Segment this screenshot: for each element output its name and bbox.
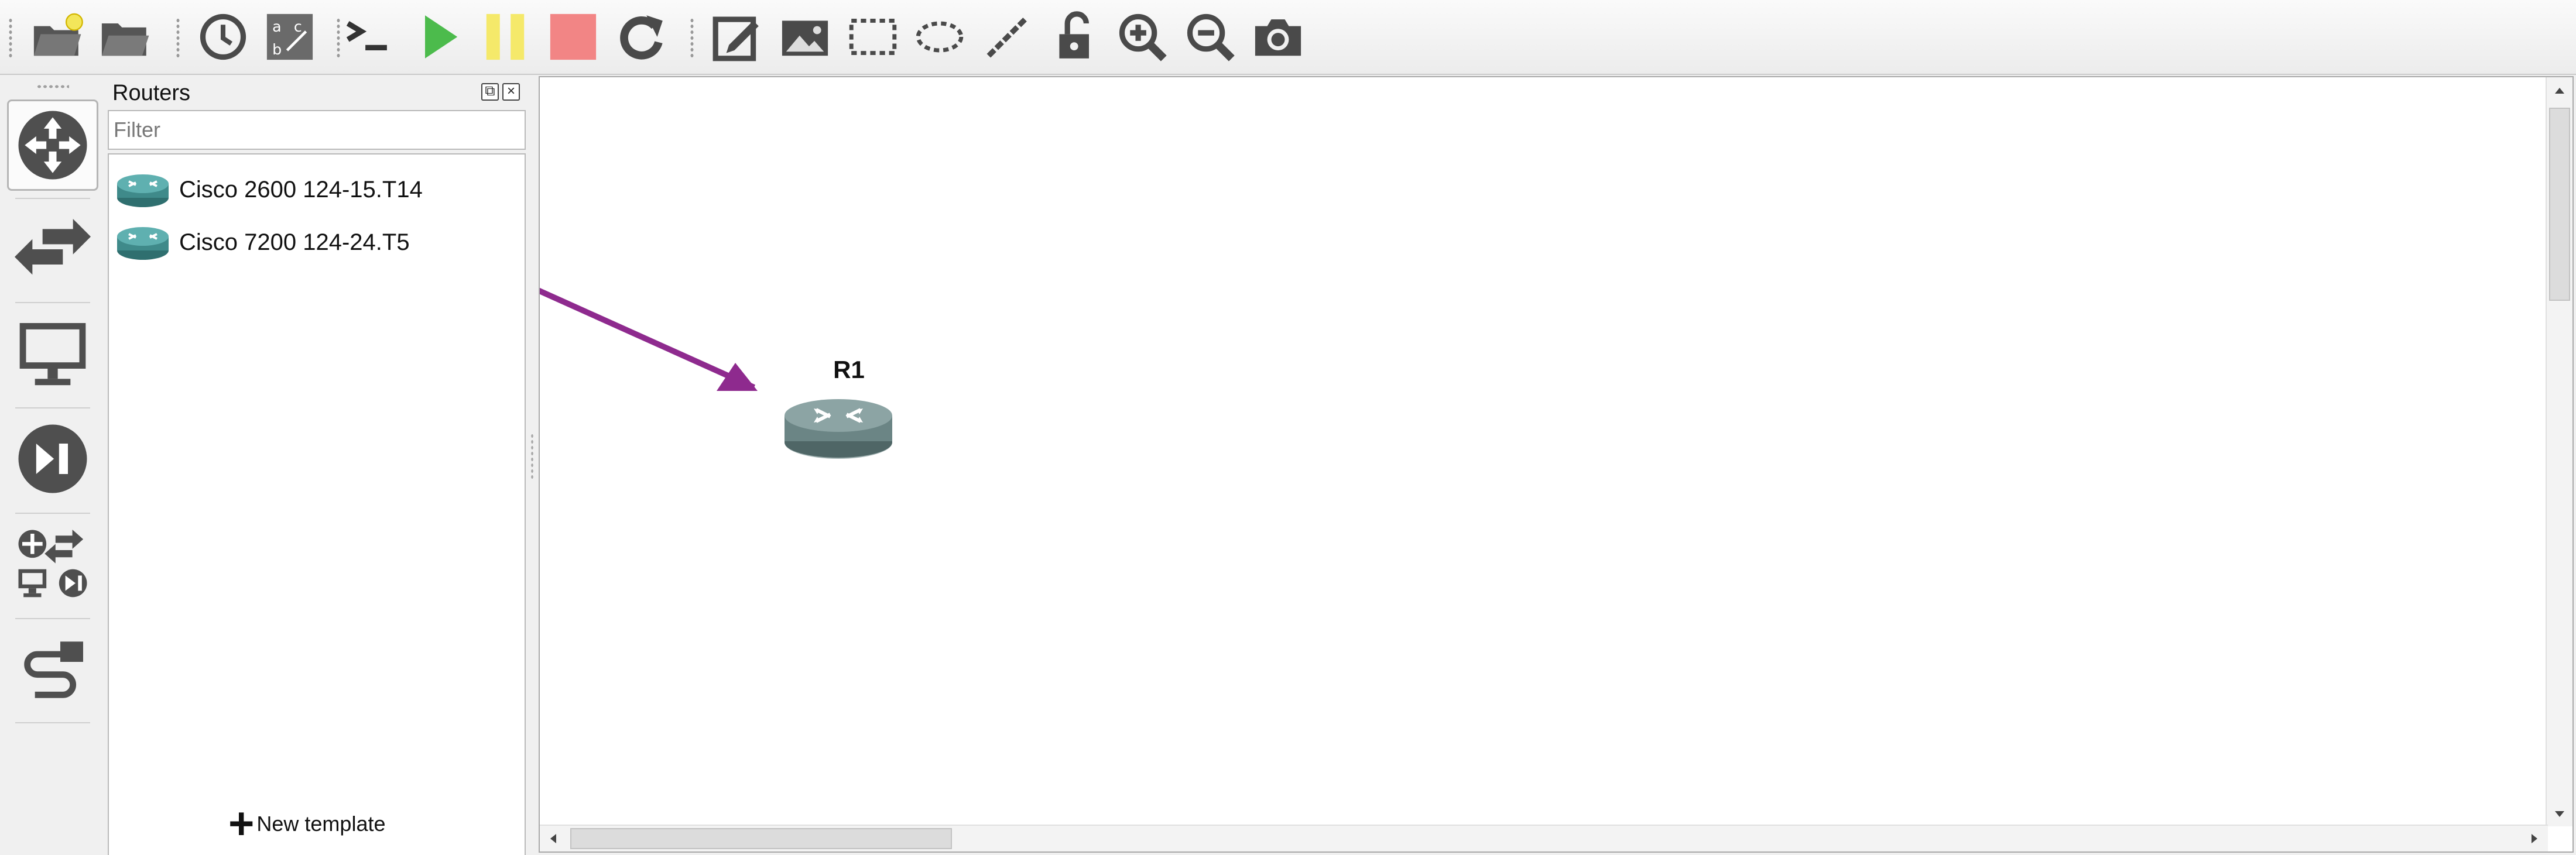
svg-text:a: a	[272, 18, 282, 35]
node-label: R1	[833, 356, 865, 383]
browse-routers-button[interactable]	[7, 99, 98, 191]
toolbar-grip[interactable]	[690, 18, 694, 59]
dock-float-button[interactable]: ⧉	[481, 83, 499, 101]
browse-switches-button[interactable]	[7, 204, 98, 295]
show-interface-labels-button[interactable]: a c b	[260, 7, 320, 67]
insert-picture-icon	[782, 20, 828, 56]
draw-ellipse-button[interactable]	[910, 7, 970, 67]
toolbar-grip[interactable]	[176, 18, 180, 59]
device-type-toolbar	[0, 76, 103, 855]
add-link-icon	[24, 641, 83, 698]
divider	[15, 302, 90, 303]
zoom-in-button[interactable]	[1112, 7, 1172, 67]
router-node[interactable]	[780, 385, 897, 467]
scroll-right-icon[interactable]	[2532, 834, 2537, 843]
browse-routers-icon	[18, 111, 87, 180]
scroll-left-icon[interactable]	[550, 834, 556, 843]
open-project-icon	[101, 23, 149, 56]
add-note-button[interactable]	[707, 7, 767, 67]
scroll-down-icon[interactable]	[2555, 811, 2564, 817]
dock-splitter[interactable]	[530, 433, 534, 480]
zoom-out-button[interactable]	[1180, 7, 1240, 67]
router-icon	[117, 227, 169, 260]
draw-rectangle-button[interactable]	[843, 7, 903, 67]
routers-dock: Routers ⧉ × Cisco 2600 124-15.T14 Cisco …	[103, 76, 530, 855]
scrollbar-thumb[interactable]	[570, 828, 952, 849]
dock-close-button[interactable]: ×	[502, 83, 520, 101]
screenshot-button[interactable]	[1248, 7, 1308, 67]
list-item[interactable]: Cisco 7200 124-24.T5	[109, 219, 523, 266]
start-icon	[425, 15, 458, 59]
float-icon: ⧉	[485, 83, 495, 99]
toolbar-grip[interactable]	[8, 18, 13, 59]
divider	[15, 198, 90, 199]
console-button[interactable]	[340, 7, 399, 67]
list-item[interactable]: Cisco 2600 124-15.T14	[109, 166, 523, 213]
new-template-button[interactable]: + New template	[228, 799, 386, 849]
list-item-label: Cisco 2600 124-15.T14	[179, 176, 423, 202]
show-interface-labels-icon: a c b	[266, 13, 313, 60]
zoom-out-icon	[1187, 13, 1235, 61]
draw-line-button[interactable]	[978, 7, 1037, 67]
add-note-icon	[712, 16, 759, 61]
new-template-label: New template	[256, 812, 386, 836]
horizontal-scrollbar[interactable]	[540, 825, 2548, 851]
add-link-button[interactable]	[7, 624, 98, 715]
browse-all-devices-icon	[18, 529, 87, 598]
screenshot-icon	[1255, 19, 1301, 56]
reload-icon	[620, 15, 663, 60]
new-project-button[interactable]	[27, 7, 87, 67]
new-project-icon	[33, 13, 83, 56]
device-template-list: Cisco 2600 124-15.T14 Cisco 7200 124-24.…	[108, 153, 526, 855]
draw-ellipse-icon	[916, 21, 964, 53]
snapshot-button[interactable]	[193, 7, 253, 67]
router-icon	[117, 174, 169, 207]
plus-icon: +	[228, 799, 255, 849]
browse-all-devices-button[interactable]	[7, 519, 98, 610]
reload-button[interactable]	[611, 7, 671, 67]
divider	[15, 513, 90, 514]
filter-input[interactable]	[108, 110, 526, 150]
draw-line-icon	[986, 16, 1029, 58]
stop-button[interactable]	[543, 7, 603, 67]
lock-icon	[1059, 11, 1089, 59]
scroll-up-icon[interactable]	[2555, 88, 2564, 94]
suspend-icon	[486, 13, 525, 60]
browse-end-devices-button[interactable]	[7, 308, 98, 399]
zoom-in-icon	[1119, 13, 1167, 61]
list-item-label: Cisco 7200 124-24.T5	[179, 229, 410, 255]
divider	[15, 407, 90, 408]
dock-title: Routers	[112, 81, 191, 105]
svg-text:c: c	[294, 18, 302, 35]
snapshot-icon	[200, 13, 246, 60]
vertical-scrollbar[interactable]	[2546, 77, 2572, 826]
start-button[interactable]	[409, 7, 468, 67]
toolbar-grip[interactable]	[36, 84, 69, 89]
close-icon: ×	[506, 83, 515, 99]
main-toolbar: a c b	[0, 0, 2576, 75]
insert-picture-button[interactable]	[775, 7, 835, 67]
open-project-button[interactable]	[95, 7, 155, 67]
svg-text:b: b	[272, 41, 282, 58]
scrollbar-thumb[interactable]	[2549, 108, 2570, 301]
browse-security-devices-button[interactable]	[7, 413, 98, 504]
browse-end-devices-icon	[19, 323, 86, 386]
browse-security-devices-icon	[18, 424, 87, 493]
divider	[15, 618, 90, 619]
console-icon	[346, 21, 387, 50]
suspend-button[interactable]	[475, 7, 535, 67]
divider	[15, 722, 90, 723]
topology-canvas[interactable]: R1	[539, 76, 2574, 853]
lock-button[interactable]	[1046, 7, 1105, 67]
stop-icon	[550, 13, 597, 60]
browse-switches-icon	[15, 219, 91, 275]
draw-rectangle-icon	[849, 18, 897, 56]
